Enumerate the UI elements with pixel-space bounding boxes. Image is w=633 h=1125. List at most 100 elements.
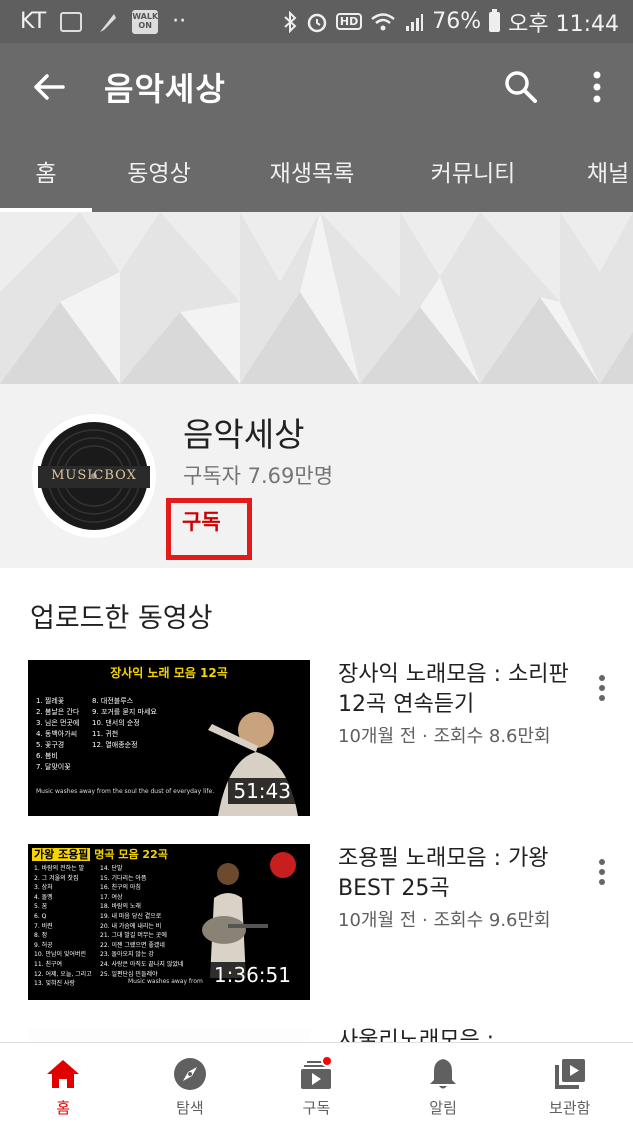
thumb-list-item: 18. 바람의 노래 — [100, 903, 141, 911]
hd-voice-icon: HD — [335, 13, 363, 30]
guitarist-silhouette — [202, 863, 268, 978]
tab-label: 채널 — [586, 161, 630, 187]
battery-percent: 76% — [432, 9, 482, 34]
subscribe-button[interactable]: 구독 — [182, 506, 221, 536]
clock: 오후 11:44 — [508, 11, 619, 37]
thumb-list-item: 9. 꼬거를 묻지 마세요 — [92, 708, 157, 716]
thumb-list-item: 6. 봄비 — [36, 752, 58, 760]
thumb-list-item: 6. Q — [34, 912, 47, 920]
nav-label: 구독 — [302, 1099, 331, 1117]
thumb-list-item: 4. 돌멩 — [34, 893, 53, 901]
thumb-list-item: 11. 친구여 — [34, 960, 63, 968]
channel-tabs: 홈 동영상 재생목록 커뮤니티 채널 — [0, 130, 633, 212]
bluetooth-icon — [284, 10, 297, 33]
subscriptions-icon — [297, 1055, 335, 1093]
nav-library[interactable]: 보관함 — [506, 1043, 633, 1125]
walk-on-notification-icon: WALK ON — [132, 9, 159, 34]
tab-playlists[interactable]: 재생목록 — [226, 130, 398, 212]
app-bar: 음악세상 — [0, 43, 633, 130]
status-right: HD 76% 오후 11:44 — [282, 6, 619, 38]
thumb-list-item: 22. 이젠 그랬으면 좋겠네 — [100, 941, 165, 949]
search-button[interactable] — [495, 61, 547, 113]
video-menu-button[interactable] — [586, 854, 618, 890]
status-left: KT WALK ON ·· — [20, 9, 186, 34]
nav-notifications[interactable]: 알림 — [380, 1043, 507, 1125]
search-icon — [505, 70, 537, 103]
thumb-list-item: 19. 내 마음 당신 곁으로 — [100, 912, 162, 920]
video-duration: 51:43 — [228, 778, 296, 804]
video-meta: 10개월 전 · 조회수 8.6만회 — [338, 726, 551, 747]
thumb-list-item: 24. 사랑은 아직도 끝나지 않았네 — [100, 960, 184, 968]
nav-label: 보관함 — [548, 1099, 591, 1117]
thumb-list-item: 7. 비련 — [34, 922, 53, 930]
channel-name: 음악세상 — [183, 415, 305, 454]
video-title[interactable]: 장사익 노래모음 : 소리판 12곡 연속듣기 — [338, 660, 578, 720]
thumb-heading-b: 명곡 모음 22곡 — [94, 848, 168, 861]
nav-subscriptions[interactable]: 구독 — [253, 1043, 380, 1125]
video-thumbnail[interactable]: 장사익 노래 모음 12곡 1. 찔레꽃 2. 봄날은 간다 3. 님은 먼곳에… — [28, 660, 310, 816]
video-item[interactable]: 가왕 조용필 명곡 모음 22곡 1. 바람의 전하는 말 2. 그 겨울의 찻… — [0, 844, 633, 1004]
tab-community[interactable]: 커뮤니티 — [398, 130, 548, 212]
home-icon — [44, 1055, 82, 1093]
channel-avatar[interactable]: MUSICBOX — [32, 414, 156, 538]
thumb-list-item: 7. 달맞이꽃 — [36, 763, 71, 771]
thumb-list-right: 8. 대전블루스 9. 꼬거를 묻지 마세요 10. 댄서의 순정 11. 귀천… — [92, 696, 202, 751]
nav-home[interactable]: 홈 — [0, 1043, 127, 1125]
more-vert-icon — [599, 859, 605, 885]
more-vert-icon — [593, 71, 601, 102]
channel-banner — [0, 212, 633, 384]
thumb-list-item: 9. 허공 — [34, 941, 53, 949]
thumb-list-right: 14. 단발 15. 기다리는 아픔 16. 친구의 아침 17. 여상 18.… — [100, 864, 190, 979]
thumb-quote: Music washes away from the soul the dust… — [36, 788, 215, 795]
tab-label: 홈 — [35, 161, 57, 187]
library-icon — [551, 1055, 589, 1093]
app-actions — [495, 61, 623, 113]
video-meta: 10개월 전 · 조회수 9.6만회 — [338, 910, 551, 931]
thumb-heading: 장사익 노래 모음 12곡 — [110, 666, 228, 680]
tab-label: 재생목록 — [269, 161, 355, 187]
nav-label: 알림 — [429, 1099, 457, 1117]
gallery-notification-icon — [60, 11, 83, 32]
back-button[interactable] — [24, 62, 74, 112]
thumb-list-left: 1. 바람의 전하는 말 2. 그 겨울의 찻집 3. 상처 4. 돌멩 5. … — [34, 864, 104, 989]
more-options-button[interactable] — [571, 61, 623, 113]
bell-icon — [424, 1055, 462, 1093]
thumb-list-item: 20. 내 가슴에 내리는 비 — [100, 922, 162, 930]
avatar-logo-text: MUSICBOX — [51, 468, 137, 483]
thumb-list-item: 23. 돌아오지 않는 강 — [100, 951, 154, 959]
alarm-icon — [307, 13, 327, 32]
channel-header: MUSICBOX 음악세상 구독자 7.69만명 구독 — [0, 384, 633, 568]
thumb-list-item: 10. 만남이 잊어버린 — [34, 951, 86, 959]
video-thumbnail[interactable]: 가왕 조용필 명곡 모음 22곡 1. 바람의 전하는 말 2. 그 겨울의 찻… — [28, 844, 310, 1000]
back-arrow-icon — [34, 73, 65, 100]
thumb-list-item: 15. 기다리는 아픔 — [100, 874, 147, 882]
battery-icon — [489, 8, 501, 32]
subscriber-count: 구독자 7.69만명 — [183, 464, 334, 488]
thumb-list-item: 14. 단발 — [100, 865, 123, 872]
video-title[interactable]: 조용필 노래모음 : 가왕 BEST 25곡 — [338, 844, 578, 904]
video-item[interactable]: 장사익 노래 모음 12곡 1. 찔레꽃 2. 봄날은 간다 3. 님은 먼곳에… — [0, 660, 633, 820]
thumb-list-item: 3. 상처 — [34, 884, 53, 892]
tab-label: 동영상 — [127, 161, 191, 187]
next-video-thumbnail-peek[interactable] — [28, 1028, 310, 1042]
nav-label: 홈 — [56, 1099, 71, 1117]
thumb-list-item: 16. 친구의 아침 — [100, 884, 141, 892]
nav-explore[interactable]: 탐색 — [127, 1043, 254, 1125]
thumb-list-item: 1. 바람의 전하는 말 — [34, 865, 85, 872]
banner-pattern — [0, 212, 633, 384]
tab-videos[interactable]: 동영상 — [92, 130, 226, 212]
tab-home[interactable]: 홈 — [0, 130, 92, 212]
video-duration: 1:36:51 — [208, 962, 296, 988]
uploads-section-title: 업로드한 동영상 — [30, 603, 213, 634]
more-vert-icon — [599, 675, 605, 701]
nav-label: 탐색 — [176, 1099, 204, 1117]
wifi-icon — [371, 12, 396, 30]
thumb-list-item: 8. 대전블루스 — [92, 697, 134, 705]
video-menu-button[interactable] — [586, 670, 618, 706]
thumb-list-item: 2. 그 겨울의 찻집 — [34, 874, 79, 882]
thumb-list-item: 17. 여상 — [100, 893, 123, 901]
thumb-list-item: 10. 댄서의 순정 — [92, 719, 140, 727]
thumb-list-item: 11. 귀천 — [92, 730, 119, 738]
tab-channels[interactable]: 채널 — [548, 130, 633, 212]
explore-compass-icon — [171, 1055, 209, 1093]
